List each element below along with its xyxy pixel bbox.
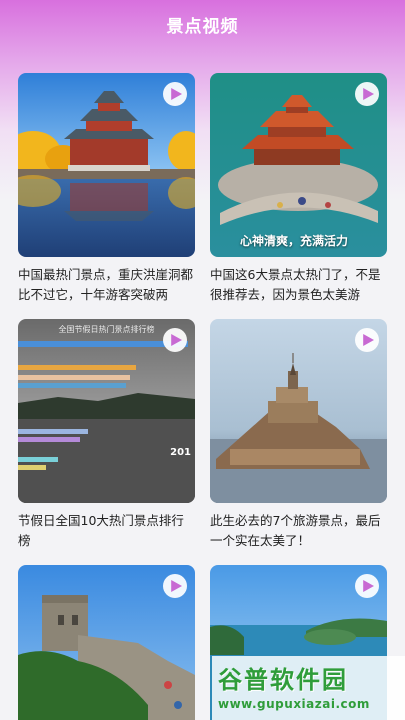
- video-title[interactable]: 此生必去的7个旅游景点，最后一个实在太美了！: [210, 511, 387, 551]
- video-card[interactable]: 全国节假日热门景点排行榜 201 节假日全国10大热门景点排行榜: [18, 319, 195, 551]
- play-button[interactable]: [163, 328, 187, 352]
- play-icon: [363, 580, 374, 592]
- video-card[interactable]: 此生必去的7个旅游景点，最后一个实在太美了！: [210, 319, 387, 551]
- play-button[interactable]: [355, 82, 379, 106]
- play-icon: [363, 88, 374, 100]
- play-button[interactable]: [163, 574, 187, 598]
- video-thumbnail[interactable]: 全国节假日热门景点排行榜 201: [18, 319, 195, 503]
- video-thumbnail[interactable]: [18, 73, 195, 257]
- video-thumbnail[interactable]: [210, 319, 387, 503]
- video-title[interactable]: 节假日全国10大热门景点排行榜: [18, 511, 195, 551]
- thumbnail-caption: 心神清爽，充满活力: [240, 234, 349, 248]
- play-icon: [171, 88, 182, 100]
- play-icon: [171, 580, 182, 592]
- watermark-url: www.gupuxiazai.com: [218, 697, 370, 711]
- play-icon: [363, 334, 374, 346]
- video-thumbnail[interactable]: 心神清爽，充满活力: [210, 73, 387, 257]
- video-card[interactable]: 中国最热门景点，重庆洪崖洞都比不过它，十年游客突破两: [18, 73, 195, 305]
- watermark-title: 谷普软件园: [218, 666, 348, 694]
- play-button[interactable]: [355, 574, 379, 598]
- thumbnail-year-label: 201: [170, 447, 191, 458]
- play-button[interactable]: [355, 328, 379, 352]
- watermark-logo: 谷普软件园 www.gupuxiazai.com: [212, 656, 405, 720]
- video-title[interactable]: 中国最热门景点，重庆洪崖洞都比不过它，十年游客突破两: [18, 265, 195, 305]
- video-grid: 中国最热门景点，重庆洪崖洞都比不过它，十年游客突破两 心神清爽，充满活力 中国这…: [0, 0, 405, 720]
- video-title[interactable]: 中国这6大景点太热门了，不是很推荐去，因为景色太美游: [210, 265, 387, 305]
- video-card[interactable]: [18, 565, 195, 720]
- play-button[interactable]: [163, 82, 187, 106]
- video-card[interactable]: 心神清爽，充满活力 中国这6大景点太热门了，不是很推荐去，因为景色太美游: [210, 73, 387, 305]
- video-thumbnail[interactable]: [18, 565, 195, 720]
- play-icon: [171, 334, 182, 346]
